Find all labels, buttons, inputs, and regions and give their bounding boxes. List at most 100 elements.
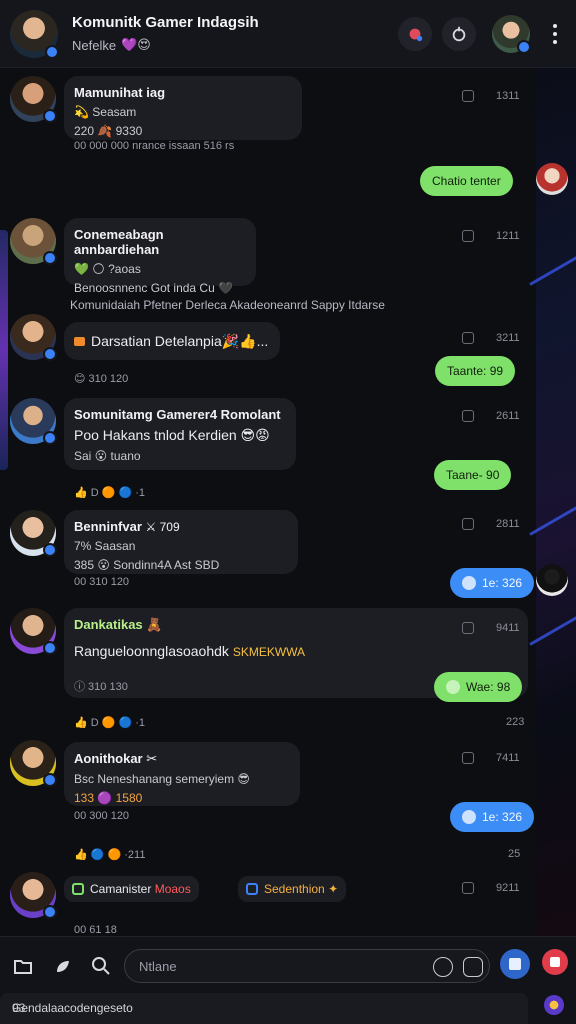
reply-icon[interactable] xyxy=(462,410,474,422)
tag-accent: Moaos xyxy=(154,882,191,896)
reaction-count: 25 xyxy=(508,848,521,860)
message-line: Sai 😮 tuano xyxy=(74,449,141,463)
verified-badge-icon xyxy=(43,109,57,123)
sender-avatar[interactable] xyxy=(10,608,57,655)
message-time: 9411 xyxy=(496,622,520,634)
sender-name-row: Dankatikas 🧸 xyxy=(74,617,518,633)
message-bubble[interactable]: Darsatian Detelanpia🎉👍... xyxy=(64,322,280,360)
message-reactions[interactable]: 00 61 18 xyxy=(74,924,117,936)
reply-icon[interactable] xyxy=(462,752,474,764)
reply-icon[interactable] xyxy=(462,230,474,242)
more-menu-icon[interactable] xyxy=(544,23,566,44)
group-avatar[interactable] xyxy=(10,9,59,59)
sender-avatar[interactable] xyxy=(10,398,57,445)
sender-name: Darsatian Detelanpia xyxy=(91,333,222,349)
message-line: 💚 🌕 ?aoas xyxy=(74,262,141,276)
outgoing-text: 1e: 326 xyxy=(482,576,523,590)
message-reactions[interactable]: 😊 310 120 xyxy=(74,372,128,385)
own-avatar xyxy=(536,564,568,596)
folder-icon[interactable] xyxy=(12,955,34,977)
outgoing-bubble[interactable]: 1e: 326 xyxy=(450,568,535,598)
emoji-icon[interactable] xyxy=(433,957,453,977)
reply-icon[interactable] xyxy=(462,518,474,530)
message-text: Rangueloonnglasoaohdk xyxy=(74,643,229,659)
sender-avatar[interactable] xyxy=(10,872,57,919)
tag-chip[interactable]: Sedenthion ✦ xyxy=(238,876,347,902)
message-time: 2611 xyxy=(496,410,520,422)
message-time: 9211 xyxy=(496,882,520,894)
message-reactions[interactable]: 00 300 120 xyxy=(74,810,129,822)
reply-icon[interactable] xyxy=(462,882,474,894)
message-reactions[interactable]: ⓘ 310 130 xyxy=(74,678,128,694)
tag-label: Camanister xyxy=(90,882,152,896)
sender-avatar[interactable] xyxy=(10,740,57,787)
composer-bar: Ntlane Gendalaacodengeseto 93 xyxy=(0,936,576,1024)
sender-avatar[interactable] xyxy=(10,76,57,123)
outgoing-text: Taane- 90 xyxy=(446,468,500,482)
outgoing-bubble[interactable]: Taante: 99 xyxy=(435,356,516,386)
sender-name: Somunitamg Gamerer4 Romolant xyxy=(74,407,281,422)
verified-badge-icon xyxy=(43,773,57,787)
sender-name: Benninfvar xyxy=(74,519,142,534)
send-button[interactable] xyxy=(500,949,530,979)
sender-name-emoji: ⚔ 709 xyxy=(145,520,180,534)
message-list[interactable]: Mamunihat iag 💫 Seasam 220 🍂 9330 1311 0… xyxy=(0,68,568,936)
message-line: 7% Saasan xyxy=(74,539,136,553)
verified-badge-icon xyxy=(43,641,57,655)
sender-name: Conemeabagn annbardiehan xyxy=(74,227,164,257)
footer-count: 93 xyxy=(12,1001,26,1015)
refresh-icon xyxy=(452,26,466,41)
message-bubble[interactable]: Mamunihat iag 💫 Seasam 220 🍂 9330 xyxy=(64,76,302,140)
search-icon[interactable] xyxy=(90,955,112,977)
subtitle-text: Nefelke xyxy=(72,37,117,53)
reply-icon[interactable] xyxy=(462,332,474,344)
system-note: Komunidaiah Pfetner Derleca Akadeoneanrd… xyxy=(70,298,385,312)
sender-avatar[interactable] xyxy=(10,314,57,361)
outgoing-text: Wae: 98 xyxy=(466,680,511,694)
header-titles[interactable]: Komunitk Gamer Indagsih Nefelke 💜😍 xyxy=(72,14,388,53)
message-bubble[interactable]: Conemeabagn annbardiehan 💚 🌕 ?aoas Benoo… xyxy=(64,218,256,295)
message-time: 7411 xyxy=(496,752,520,764)
verified-badge-icon xyxy=(43,347,57,361)
message-line: 133 🟣 1580 xyxy=(74,791,143,805)
reply-icon[interactable] xyxy=(462,90,474,102)
message-line: Darsatian Detelanpia🎉👍... xyxy=(74,333,270,350)
verified-badge-icon xyxy=(43,251,57,265)
check-icon xyxy=(462,576,476,590)
message-bubble[interactable]: Benninfvar ⚔ 709 7% Saasan 385 😮 Sondinn… xyxy=(64,510,298,574)
message-reactions[interactable]: 00 000 000 nrance issaan 516 rs xyxy=(74,140,234,152)
message-reactions[interactable]: 👍 D 🟠 🔵 ·1 xyxy=(74,716,145,729)
notification-button[interactable] xyxy=(398,16,432,51)
verified-badge-icon xyxy=(43,431,57,445)
sticker-icon[interactable] xyxy=(52,955,74,977)
message-input[interactable]: Ntlane xyxy=(124,949,490,983)
outgoing-text: Taante: 99 xyxy=(447,364,504,378)
verified-badge-icon xyxy=(43,905,57,919)
message-reactions[interactable]: 👍 🔵 🟠 ·211 xyxy=(74,848,145,861)
outgoing-bubble[interactable]: Taane- 90 xyxy=(434,460,512,490)
profile-avatar[interactable] xyxy=(492,14,531,54)
sender-avatar[interactable] xyxy=(10,218,57,265)
message-reactions[interactable]: 00 310 120 xyxy=(74,576,129,588)
message-bubble[interactable]: Aonithokar ✂ Bsc Neneshanang semeryiem 😎… xyxy=(64,742,300,806)
tag-chip[interactable]: Camanister Moaos xyxy=(64,876,199,902)
message-line: Benoosnnenc Got inda Cu 🖤 xyxy=(74,281,234,295)
tag-icon xyxy=(72,883,84,895)
bell-icon xyxy=(409,28,423,41)
reaction-count: 223 xyxy=(506,716,525,728)
reply-icon[interactable] xyxy=(462,622,474,634)
refresh-button[interactable] xyxy=(442,16,476,51)
message-reactions[interactable]: 👍 D 🟠 🔵 ·1 xyxy=(74,486,145,499)
message-bubble[interactable]: Somunitamg Gamerer4 Romolant Poo Hakans … xyxy=(64,398,296,470)
chat-header: Komunitk Gamer Indagsih Nefelke 💜😍 xyxy=(0,0,576,68)
sender-avatar[interactable] xyxy=(10,510,57,557)
message-line: 220 🍂 9330 xyxy=(74,124,143,138)
verified-badge-icon xyxy=(45,44,59,59)
outgoing-bubble[interactable]: 1e: 326 xyxy=(450,802,535,832)
sender-name-row: Aonithokar ✂ xyxy=(74,751,290,767)
outgoing-bubble[interactable]: Wae: 98 xyxy=(434,672,523,702)
attach-icon[interactable] xyxy=(463,957,483,977)
outgoing-bubble[interactable]: Chatio tenter xyxy=(420,166,513,196)
mini-avatar[interactable] xyxy=(544,995,564,1015)
record-button[interactable] xyxy=(542,949,568,975)
